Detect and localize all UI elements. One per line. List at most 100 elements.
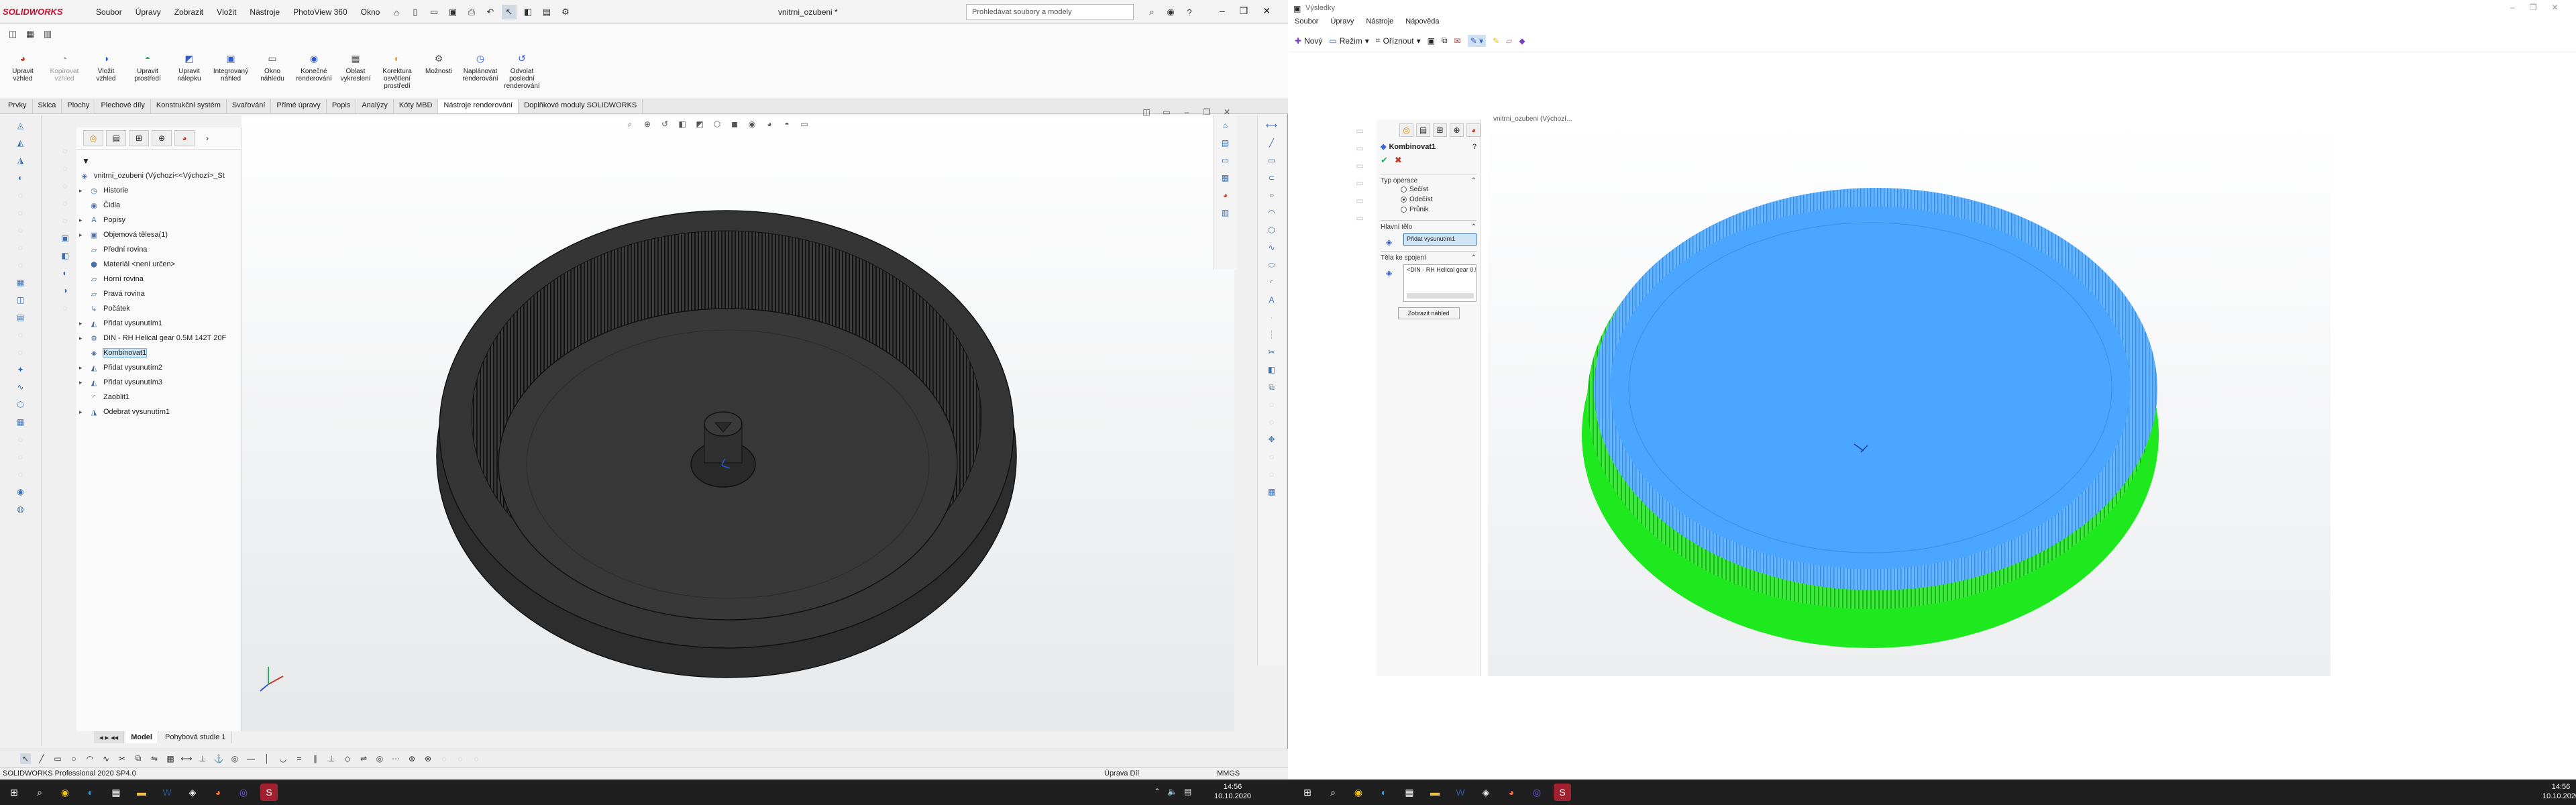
edge-icon-2[interactable]: ◐ [1375,784,1393,801]
extra-tool-icon-3[interactable]: ◌ [471,753,482,764]
store-icon-2[interactable]: ◈ [1477,784,1495,801]
zoom-fit-icon[interactable]: ⌕ [624,118,636,130]
expand-tabs-icon[interactable]: › [197,130,217,146]
feature-tool-icon[interactable]: ◭ [13,136,28,150]
volume-icon[interactable]: 🔈 [1167,787,1177,796]
open-icon[interactable]: ▭ [427,5,441,19]
sketch-plane-icon[interactable]: ◌ [58,161,72,176]
centerline-tool-icon[interactable]: ┆ [1265,327,1279,342]
command-tab[interactable]: Svařování [227,99,272,113]
explorer-icon-2[interactable]: ▬ [1426,784,1444,801]
tray-arrow-icon[interactable]: ⌃ [1154,787,1161,796]
menu-vlozit[interactable]: Vložit [215,7,238,17]
crop-button[interactable]: ⌗ Oříznout ▾ [1376,36,1421,46]
operation-type-section[interactable]: Typ operace ⌃ [1381,174,1477,184]
cancel-x-icon[interactable]: ✖ [1395,155,1402,166]
spline-tool-icon[interactable]: ∿ [1265,240,1279,255]
slot-tool-icon[interactable]: ⊂ [1265,170,1279,185]
mode-button[interactable]: ▭ Režim ▾ [1329,36,1368,46]
expand-arrow-icon[interactable]: ▸ [79,364,89,372]
line-icon[interactable]: ◌ [58,178,72,193]
mirror-tool-icon[interactable]: ◫ [13,292,28,307]
repair-sketch-icon[interactable]: ◌ [1265,467,1279,482]
concentric-icon[interactable]: ◎ [374,753,385,764]
help-icon[interactable]: ? [1182,5,1197,19]
pm-display-tab-icon[interactable]: ◕ [1466,123,1481,137]
status-units[interactable]: MMGS [1217,769,1240,777]
dynamic-annotation-icon[interactable]: ◩ [694,118,706,130]
pattern-icon[interactable]: ▦ [165,753,176,764]
viewport-split-icon[interactable]: ◫ [1140,106,1152,118]
bodies-to-combine-section[interactable]: Těla ke spojení ⌃ [1381,251,1477,262]
bodies-list[interactable]: <DIN - RH Helical gear 0.5M 142T [1403,264,1477,302]
boundary-tool-icon[interactable]: ◌ [13,223,28,237]
solidworks-taskbar-icon[interactable]: S [260,784,278,801]
collapse-icon-2[interactable]: ⌃ [1471,223,1477,231]
collinear-icon[interactable]: ⋯ [390,753,401,764]
minimize-icon[interactable]: – [1220,5,1225,17]
hide-show-icon[interactable]: ◑ [58,283,72,298]
fix-icon[interactable]: ⚓ [213,753,224,764]
main-body-section[interactable]: Hlavní tělo ⌃ [1381,220,1477,231]
ribbon-tool[interactable]: ◑ Vložit vzhled [87,51,125,90]
explorer-icon[interactable]: ▬ [133,784,150,801]
tab-nav-arrows[interactable]: ◂ ▸ ◂◂ [94,731,125,743]
ribbon-tool[interactable]: ◕ Upravit vzhled [4,51,42,90]
undo-icon[interactable]: ↶ [483,5,498,19]
print-icon[interactable]: ⎙ [464,5,479,19]
ribbon-tool[interactable]: ◷ Naplánovat renderování [462,51,499,90]
section-tool-icon[interactable]: ◉ [13,484,28,499]
expand-arrow-icon[interactable]: ▸ [79,231,89,239]
network-icon[interactable]: ▤ [1184,787,1191,796]
rectangle-icon[interactable]: ▭ [52,753,63,764]
view-palette-icon[interactable]: ▦ [1218,170,1233,185]
ribbon-tool[interactable]: ▣ Integrovaný náhled [212,51,250,90]
pm-dimxpert-tab-icon[interactable]: ⊕ [1450,123,1464,137]
tree-item[interactable]: ▱ Horní rovina [79,272,241,286]
expand-arrow-icon[interactable]: ▸ [79,409,89,416]
edit-appearance-icon[interactable]: ◕ [763,118,775,130]
linear-pattern-icon[interactable]: ◌ [1265,415,1279,429]
tree-item[interactable]: ◜ Zaoblit1 [79,390,241,405]
save-icon[interactable]: ▣ [445,5,460,19]
select-icon[interactable]: ↖ [502,5,517,19]
collapse-icon-3[interactable]: ⌃ [1471,254,1477,262]
viber-icon[interactable]: ◎ [235,784,252,801]
quick-snaps-icon[interactable]: ▦ [1265,484,1279,499]
new-button[interactable]: ✚ Nový [1295,36,1322,46]
viber-icon-2[interactable]: ◎ [1528,784,1546,801]
tree-item[interactable]: ▸ A Popisy [79,213,241,227]
user-icon[interactable]: ◉ [1163,5,1178,19]
results-menu-nastroje[interactable]: Nástroje [1366,17,1393,25]
operation-radio[interactable]: Průnik [1377,205,1481,215]
pm-help-icon[interactable]: ? [1472,143,1477,151]
tree-item[interactable]: ↳ Počátek [79,301,241,316]
select-cursor-icon[interactable]: ↖ [20,753,31,764]
restore-icon[interactable]: ❐ [1240,5,1248,17]
offset-tool-icon[interactable]: ⧉ [1265,380,1279,394]
trim-tool-icon[interactable]: ✂ [1265,345,1279,360]
curves-tool-icon[interactable]: ∿ [13,380,28,394]
shell-tool-icon[interactable]: ◌ [13,345,28,360]
command-tab[interactable]: Nástroje renderování [438,99,519,113]
reference-tool-icon[interactable]: ✦ [13,362,28,377]
view-settings-icon[interactable]: ▭ [798,118,810,130]
highlighter-icon[interactable]: ✎ [1493,36,1499,46]
display-icon[interactable]: ▦ [23,27,38,42]
ribbon-tool[interactable]: ◩ Upravit nálepku [170,51,208,90]
circle-icon[interactable]: ◌ [58,213,72,228]
viewport-single-icon[interactable]: ▭ [1161,106,1173,118]
viewport-minimize-icon[interactable]: – [1181,106,1193,118]
offset-icon[interactable]: ⧉ [133,753,144,764]
section-view-icon[interactable]: ◧ [676,118,688,130]
rib-tool-icon[interactable]: ▤ [13,310,28,325]
dimxpert-tab-icon[interactable]: ⊕ [152,130,172,146]
ribbon-tool[interactable]: ▭ Okno náhledu [254,51,291,90]
dome-tool-icon[interactable]: ◌ [13,449,28,464]
camera-icon[interactable]: ◫ [5,27,20,42]
command-tab[interactable]: Prvky [3,99,33,113]
relations-icon[interactable]: ◌ [1265,449,1279,464]
tree-root[interactable]: ◈ vnitrni_ozubeni (Výchozí<<Výchozí>_St [79,168,241,183]
word-icon[interactable]: W [158,784,176,801]
intersect-tool-icon[interactable]: ◌ [13,467,28,482]
